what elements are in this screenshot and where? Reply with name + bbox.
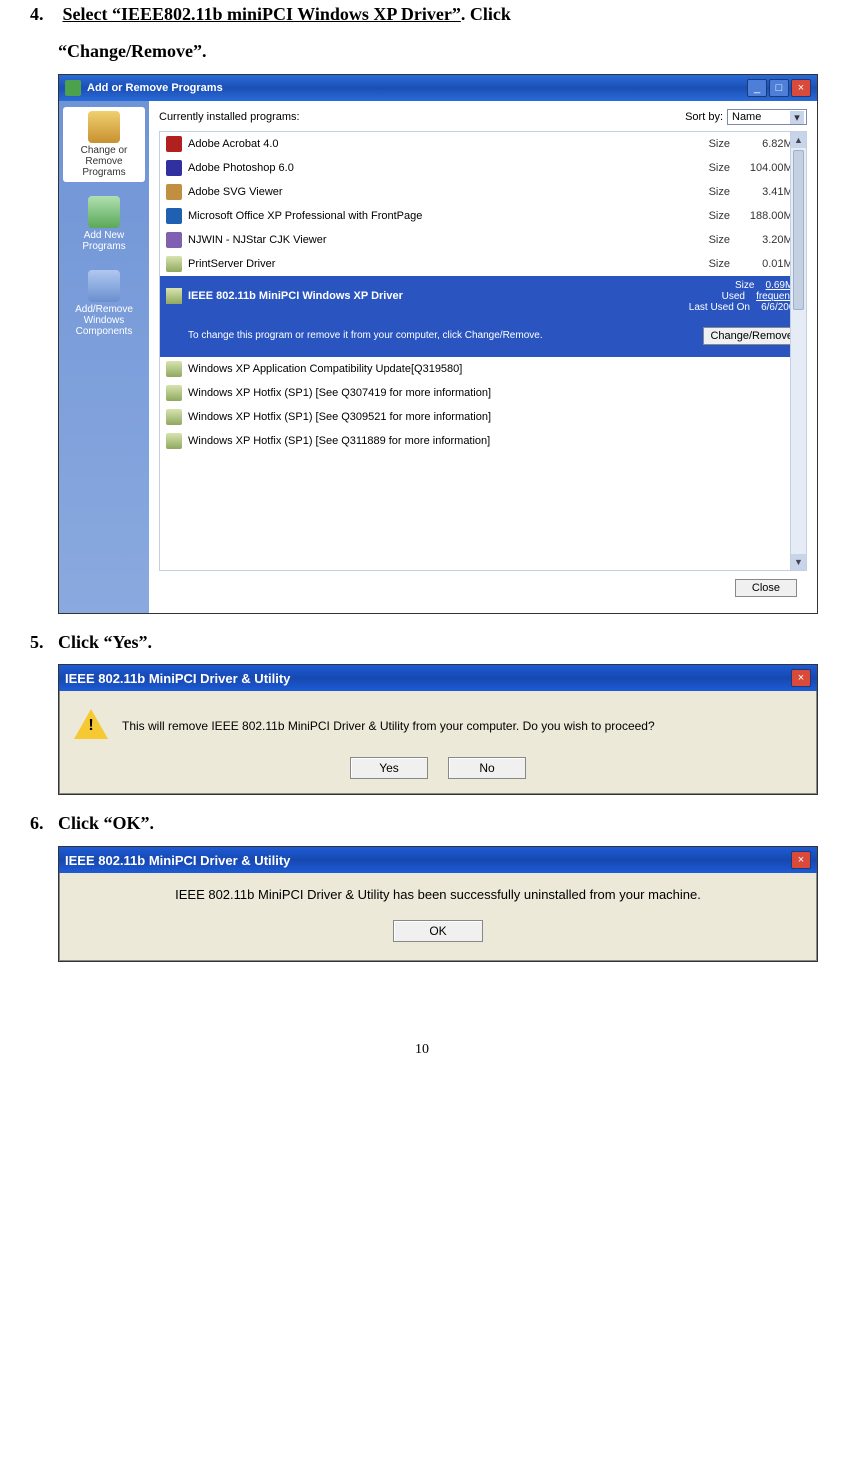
program-row[interactable]: Adobe Photoshop 6.0 Size 104.00MB (160, 156, 806, 180)
program-icon (166, 136, 182, 152)
dlg3-msg: IEEE 802.11b MiniPCI Driver & Utility ha… (74, 887, 802, 902)
dlg2-titlebar[interactable]: IEEE 802.11b MiniPCI Driver & Utility × (59, 665, 817, 691)
sidebar-label-0: Change or Remove Programs (81, 145, 128, 178)
program-icon (166, 160, 182, 176)
arp-title: Add or Remove Programs (87, 82, 223, 94)
sel-size-lbl: Size (735, 280, 754, 291)
program-row[interactable]: NJWIN - NJStar CJK Viewer Size 3.20MB (160, 228, 806, 252)
program-icon (166, 361, 182, 377)
program-row[interactable]: Adobe SVG Viewer Size 3.41MB (160, 180, 806, 204)
arp-titlebar[interactable]: Add or Remove Programs _ □ × (59, 75, 817, 101)
size-label: Size (700, 186, 730, 198)
yes-button[interactable]: Yes (350, 757, 428, 779)
close-button[interactable]: × (791, 669, 811, 687)
sel-used-lbl: Used (722, 291, 745, 302)
program-row-selected[interactable]: IEEE 802.11b MiniPCI Windows XP Driver S… (160, 276, 806, 357)
scroll-up-icon[interactable]: ▲ (791, 132, 806, 148)
program-row[interactable]: PrintServer Driver Size 0.01MB (160, 252, 806, 276)
program-name: Windows XP Hotfix (SP1) [See Q309521 for… (188, 411, 800, 423)
step4-rest: . Click (461, 4, 511, 24)
no-button[interactable]: No (448, 757, 526, 779)
program-icon (166, 409, 182, 425)
dlg3-title: IEEE 802.11b MiniPCI Driver & Utility (65, 853, 290, 868)
arp-header-label: Currently installed programs: (159, 111, 300, 123)
step5-text: Click “Yes”. (58, 632, 152, 652)
program-name: Windows XP Hotfix (SP1) [See Q311889 for… (188, 435, 800, 447)
program-icon (166, 232, 182, 248)
size-label: Size (700, 210, 730, 222)
step6: 6.Click “OK”. (30, 809, 814, 838)
sel-msg: To change this program or remove it from… (188, 330, 543, 341)
close-button[interactable]: × (791, 851, 811, 869)
maximize-button[interactable]: □ (769, 79, 789, 97)
add-remove-programs-window: Add or Remove Programs _ □ × Change or R… (58, 74, 818, 614)
program-icon (166, 208, 182, 224)
size-label: Size (700, 234, 730, 246)
sidebar-windows-components[interactable]: Add/Remove Windows Components (63, 266, 145, 341)
step4-line2: “Change/Remove”. (30, 37, 814, 66)
scroll-down-icon[interactable]: ▼ (791, 554, 806, 570)
step5-num: 5. (30, 628, 58, 657)
sidebar-label-1: Add New Programs (82, 230, 125, 252)
selected-name: IEEE 802.11b MiniPCI Windows XP Driver (188, 290, 689, 302)
close-button[interactable]: × (791, 79, 811, 97)
program-icon (166, 433, 182, 449)
sortby-dropdown[interactable]: Name (727, 109, 807, 125)
program-list: Adobe Acrobat 4.0 Size 6.82MB Adobe Phot… (159, 131, 807, 571)
win-components-icon (88, 270, 120, 302)
dlg2-msg: This will remove IEEE 802.11b MiniPCI Dr… (122, 719, 802, 733)
size-label: Size (700, 258, 730, 270)
program-name: Adobe SVG Viewer (188, 186, 700, 198)
program-icon (166, 184, 182, 200)
program-icon (166, 385, 182, 401)
program-row[interactable]: Windows XP Hotfix (SP1) [See Q307419 for… (160, 381, 806, 405)
size-label: Size (700, 138, 730, 150)
arp-sidebar: Change or Remove Programs Add New Progra… (59, 101, 149, 613)
program-row[interactable]: Microsoft Office XP Professional with Fr… (160, 204, 806, 228)
arp-icon (65, 80, 81, 96)
step4-num: 4. (30, 0, 58, 29)
program-name: Microsoft Office XP Professional with Fr… (188, 210, 700, 222)
program-name: Windows XP Hotfix (SP1) [See Q307419 for… (188, 387, 800, 399)
program-name: Adobe Photoshop 6.0 (188, 162, 700, 174)
program-icon (166, 288, 182, 304)
sidebar-label-2: Add/Remove Windows Components (75, 304, 133, 337)
program-row[interactable]: Windows XP Hotfix (SP1) [See Q311889 for… (160, 429, 806, 453)
step4-line1: 4. Select “IEEE802.11b miniPCI Windows X… (30, 0, 814, 29)
program-row[interactable]: Windows XP Hotfix (SP1) [See Q309521 for… (160, 405, 806, 429)
sel-last-lbl: Last Used On (689, 302, 750, 313)
dlg2-title: IEEE 802.11b MiniPCI Driver & Utility (65, 671, 290, 686)
sidebar-add-new[interactable]: Add New Programs (63, 192, 145, 256)
scroll-thumb[interactable] (793, 150, 804, 310)
program-name: Adobe Acrobat 4.0 (188, 138, 700, 150)
step6-num: 6. (30, 809, 58, 838)
step4-underline: Select “IEEE802.11b miniPCI Windows XP D… (63, 4, 461, 24)
sortby-value: Name (732, 111, 761, 123)
sortby-label: Sort by: (685, 111, 723, 123)
program-name: Windows XP Application Compatibility Upd… (188, 363, 800, 375)
dlg3-titlebar[interactable]: IEEE 802.11b MiniPCI Driver & Utility × (59, 847, 817, 873)
change-remove-icon (88, 111, 120, 143)
change-remove-button[interactable]: Change/Remove (703, 327, 800, 345)
step5: 5.Click “Yes”. (30, 628, 814, 657)
program-icon (166, 256, 182, 272)
program-name: PrintServer Driver (188, 258, 700, 270)
warning-icon (74, 709, 108, 743)
ok-button[interactable]: OK (393, 920, 483, 942)
minimize-button[interactable]: _ (747, 79, 767, 97)
program-row[interactable]: Windows XP Application Compatibility Upd… (160, 357, 806, 381)
step6-text: Click “OK”. (58, 813, 154, 833)
page-number: 10 (30, 1042, 814, 1058)
scrollbar[interactable]: ▲ ▼ (790, 132, 806, 570)
add-new-icon (88, 196, 120, 228)
confirm-dialog: IEEE 802.11b MiniPCI Driver & Utility × … (58, 664, 818, 795)
success-dialog: IEEE 802.11b MiniPCI Driver & Utility × … (58, 846, 818, 962)
size-label: Size (700, 162, 730, 174)
program-name: NJWIN - NJStar CJK Viewer (188, 234, 700, 246)
program-row[interactable]: Adobe Acrobat 4.0 Size 6.82MB (160, 132, 806, 156)
close-window-button[interactable]: Close (735, 579, 797, 597)
sidebar-change-remove[interactable]: Change or Remove Programs (63, 107, 145, 182)
